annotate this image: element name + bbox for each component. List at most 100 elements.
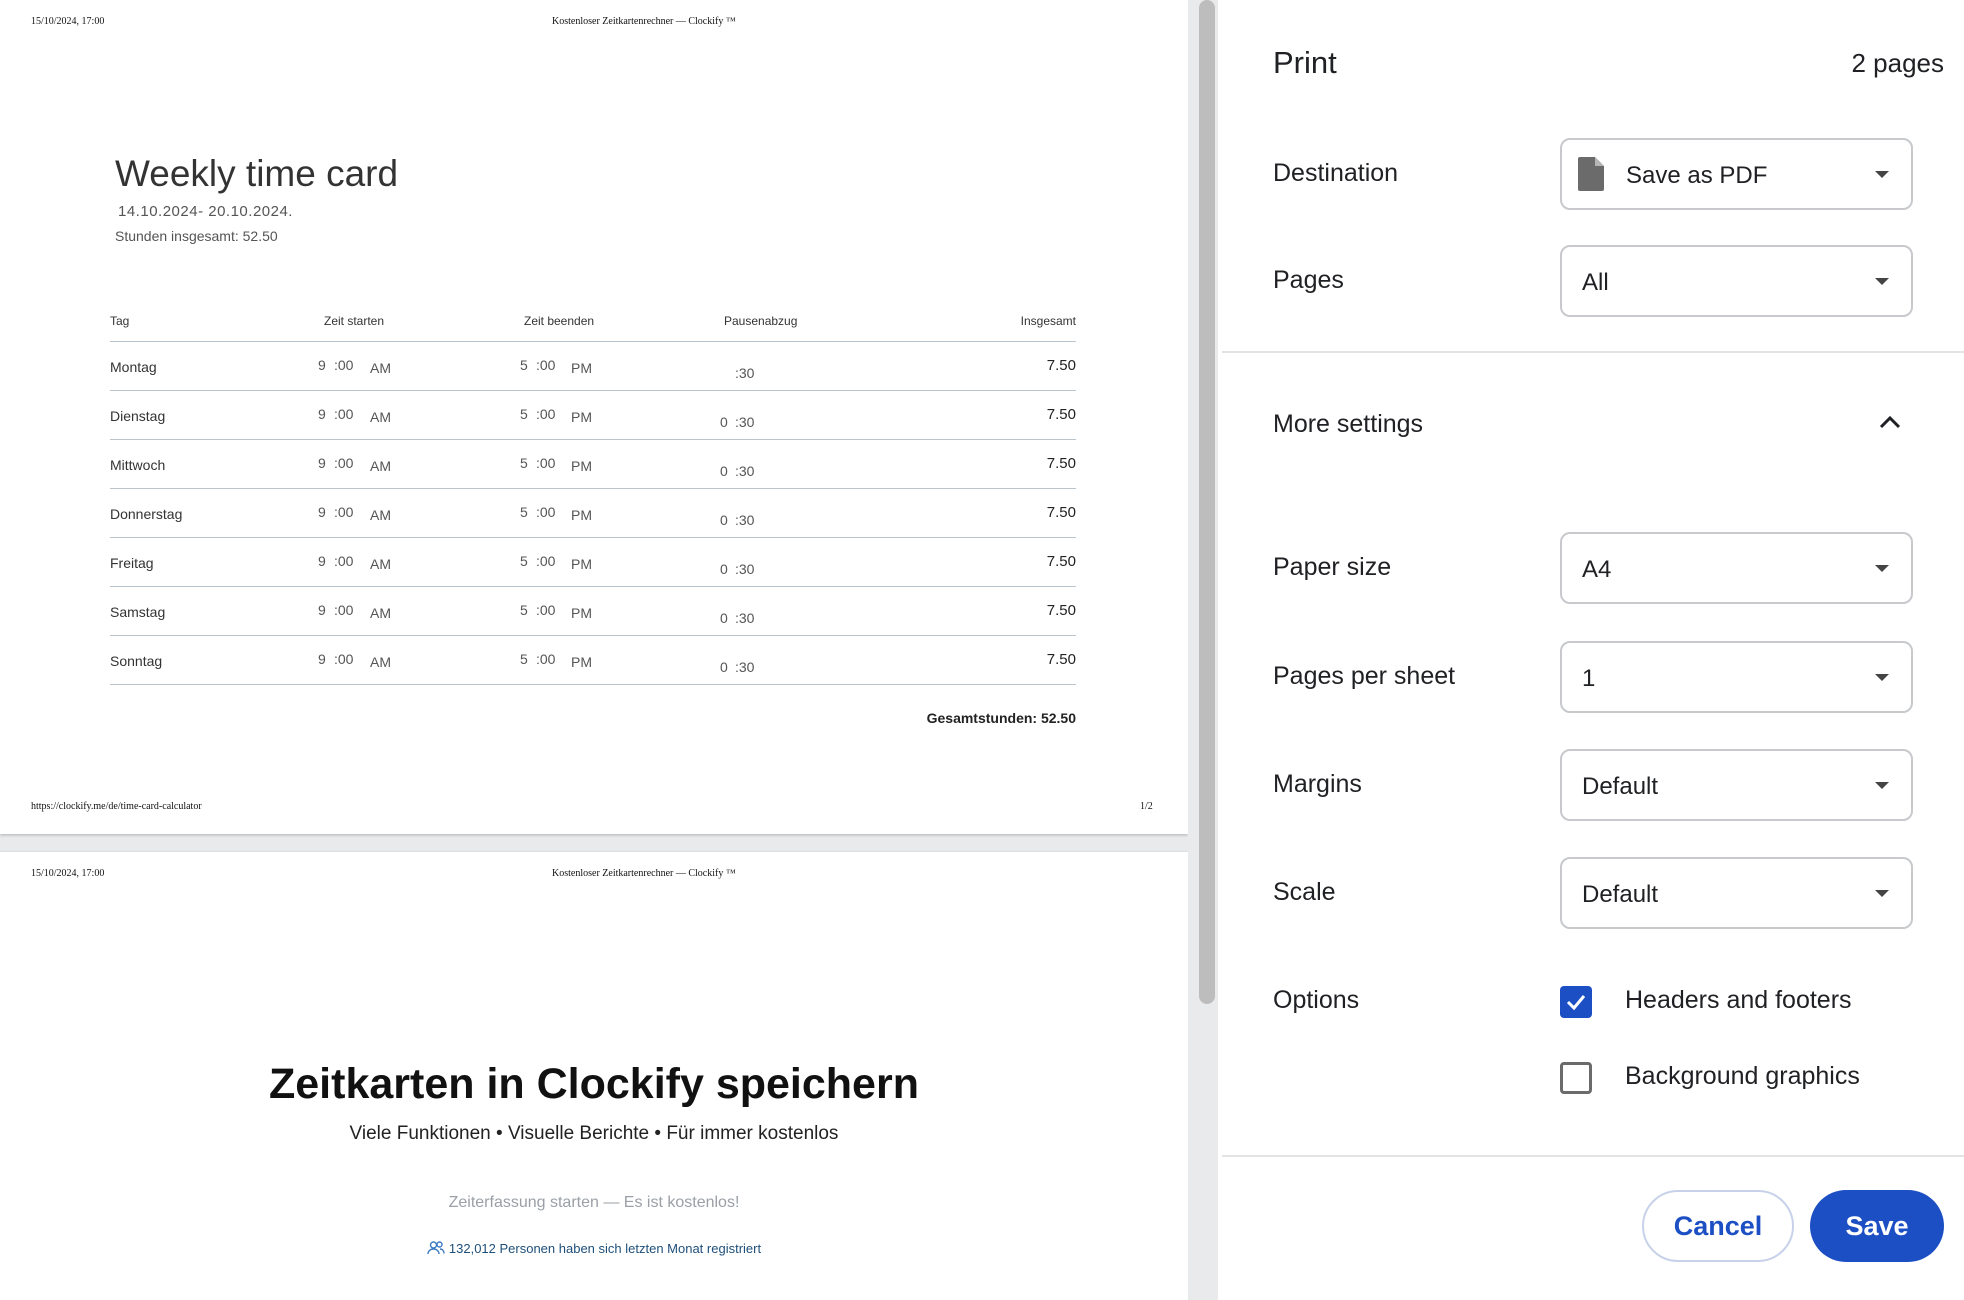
break-minute-cell: :30	[735, 561, 755, 577]
column-header-break: Pausenabzug	[724, 314, 798, 328]
start-hour-cell: 9	[318, 651, 326, 667]
pages-select[interactable]: All	[1560, 245, 1913, 317]
preview-page-2: 15/10/2024, 17:00 Kostenloser Zeitkarten…	[0, 852, 1188, 1300]
end-ampm-cell: PM	[571, 605, 592, 621]
background-graphics-label[interactable]: Background graphics	[1625, 1062, 1860, 1091]
page-footer-number: 1/2	[1140, 801, 1153, 812]
total-cell: 7.50	[1046, 406, 1076, 423]
promo-registered-text: 132,012 Personen haben sich letzten Mona…	[448, 1241, 762, 1256]
column-header-start: Zeit starten	[324, 314, 385, 328]
total-cell: 7.50	[1046, 504, 1076, 521]
options-label: Options	[1273, 986, 1360, 1014]
chevron-up-icon[interactable]	[1879, 415, 1901, 429]
paper-size-value: A4	[1582, 556, 1612, 583]
table-row: Donnerstag 9:00 AM 5:00 PM 0:30 7.50	[110, 489, 1076, 538]
break-hour-cell: 0	[720, 561, 728, 577]
column-header-total: Insgesamt	[1020, 314, 1076, 328]
paper-size-select[interactable]: A4	[1560, 532, 1913, 604]
end-ampm-cell: PM	[571, 360, 592, 376]
headers-footers-label[interactable]: Headers and footers	[1625, 986, 1852, 1015]
start-ampm-cell: AM	[370, 507, 391, 523]
day-cell: Samstag	[110, 604, 166, 620]
pages-per-sheet-select[interactable]: 1	[1560, 641, 1913, 713]
start-minute-cell: :00	[334, 406, 354, 422]
preview-page-1: 15/10/2024, 17:00 Kostenloser Zeitkarten…	[0, 0, 1188, 834]
day-cell: Dienstag	[110, 408, 166, 424]
end-hour-cell: 5	[520, 406, 528, 422]
total-cell: 7.50	[1046, 357, 1076, 374]
preview-scroll-thumb[interactable]	[1199, 0, 1215, 1004]
cancel-button[interactable]: Cancel	[1642, 1190, 1794, 1262]
end-hour-cell: 5	[520, 455, 528, 471]
pages-per-sheet-label: Pages per sheet	[1273, 662, 1456, 690]
time-card-hours-total: Stunden insgesamt: 52.50	[115, 228, 278, 244]
margins-select[interactable]: Default	[1560, 749, 1913, 821]
page-header-title: Kostenloser Zeitkartenrechner — Clockify…	[552, 16, 736, 27]
start-hour-cell: 9	[318, 357, 326, 373]
start-hour-cell: 9	[318, 504, 326, 520]
total-cell: 7.50	[1046, 455, 1076, 472]
destination-value: Save as PDF	[1626, 162, 1768, 189]
start-ampm-cell: AM	[370, 360, 391, 376]
end-minute-cell: :00	[536, 406, 556, 422]
grand-total: Gesamtstunden: 52.50	[926, 710, 1076, 726]
caret-down-icon	[1875, 890, 1889, 897]
start-ampm-cell: AM	[370, 409, 391, 425]
total-cell: 7.50	[1046, 553, 1076, 570]
end-minute-cell: :00	[536, 553, 556, 569]
destination-label: Destination	[1273, 159, 1399, 187]
table-row: Montag 9:00 AM 5:00 PM:30 7.50	[110, 342, 1076, 391]
headers-footers-checkbox[interactable]	[1560, 986, 1592, 1018]
more-settings-label[interactable]: More settings	[1273, 410, 1423, 439]
pages-value: All	[1582, 269, 1609, 296]
end-minute-cell: :00	[536, 602, 556, 618]
print-title: Print	[1273, 45, 1337, 80]
end-hour-cell: 5	[520, 602, 528, 618]
column-header-end: Zeit beenden	[524, 314, 595, 328]
start-minute-cell: :00	[334, 553, 354, 569]
destination-select[interactable]: Save as PDF	[1560, 138, 1913, 210]
table-row: Sonntag 9:00 AM 5:00 PM 0:30 7.50	[110, 636, 1076, 685]
page-header-date: 15/10/2024, 17:00	[31, 868, 105, 879]
checkmark-icon	[1566, 995, 1586, 1011]
end-ampm-cell: PM	[571, 507, 592, 523]
caret-down-icon	[1875, 782, 1889, 789]
end-minute-cell: :00	[536, 357, 556, 373]
day-cell: Sonntag	[110, 653, 163, 669]
end-hour-cell: 5	[520, 357, 528, 373]
caret-down-icon	[1875, 171, 1889, 178]
table-row: Mittwoch 9 :00 AM 5 :00 PM 0 :30 7.50	[110, 440, 1076, 489]
start-ampm-cell: AM	[370, 654, 391, 670]
print-preview: 15/10/2024, 17:00 Kostenloser Zeitkarten…	[0, 0, 1218, 1300]
pages-label: Pages	[1273, 266, 1344, 294]
end-hour-cell: 5	[520, 651, 528, 667]
page-footer-url: https://clockify.me/de/time-card-calcula…	[31, 801, 202, 812]
day-cell: Mittwoch	[110, 457, 166, 473]
document-icon	[1578, 157, 1604, 191]
promo-registered: 132,012 Personen haben sich letzten Mona…	[0, 1240, 1188, 1256]
preview-scrollbar[interactable]	[1188, 0, 1218, 1300]
save-button[interactable]: Save	[1810, 1190, 1944, 1262]
time-card-title: Weekly time card	[115, 153, 399, 194]
start-minute-cell: :00	[334, 651, 354, 667]
start-minute-cell: :00	[334, 504, 354, 520]
scale-value: Default	[1582, 881, 1659, 908]
start-hour-cell: 9	[318, 406, 326, 422]
start-hour-cell: 9	[318, 455, 326, 471]
break-minute-cell: :30	[735, 610, 755, 626]
promo-cta: Zeiterfassung starten — Es ist kostenlos…	[448, 1194, 740, 1211]
break-minute-cell: :30	[735, 463, 755, 479]
time-card-table: Tag Zeit starten Zeit beenden Pausenabzu…	[110, 302, 1076, 685]
column-header-day: Tag	[110, 314, 130, 328]
caret-down-icon	[1875, 674, 1889, 681]
total-cell: 7.50	[1046, 602, 1076, 619]
start-ampm-cell: AM	[370, 458, 391, 474]
scale-select[interactable]: Default	[1560, 857, 1913, 929]
background-graphics-checkbox[interactable]	[1560, 1062, 1592, 1094]
end-minute-cell: :00	[536, 455, 556, 471]
start-minute-cell: :00	[334, 455, 354, 471]
end-ampm-cell: PM	[571, 458, 592, 474]
caret-down-icon	[1875, 278, 1889, 285]
page-header-title: Kostenloser Zeitkartenrechner — Clockify…	[552, 868, 736, 879]
break-hour-cell: 0	[720, 463, 728, 479]
